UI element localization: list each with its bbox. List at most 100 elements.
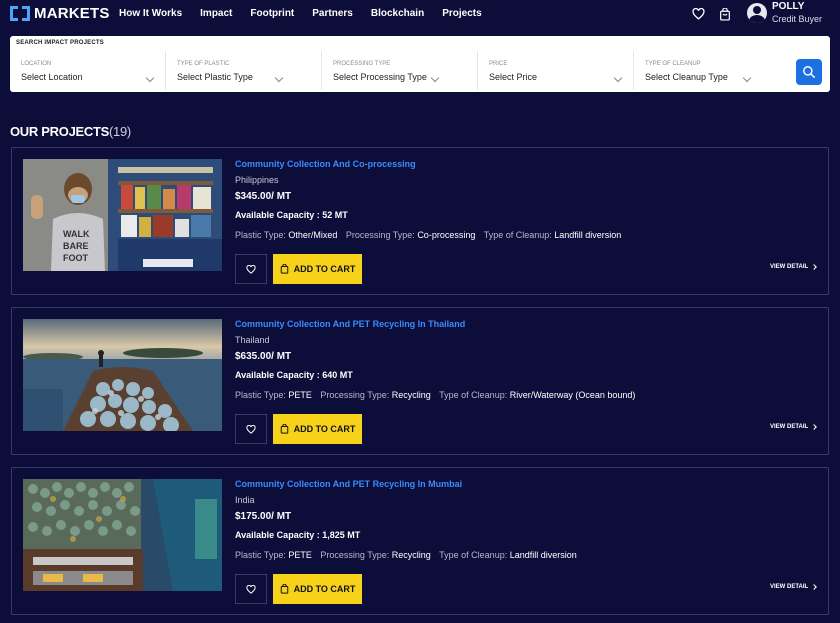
chevron-right-icon [811, 584, 818, 590]
project-attributes: Plastic Type: PETE Processing Type: Recy… [235, 550, 583, 560]
svg-text:WALK: WALK [63, 229, 90, 239]
nav-link-partners[interactable]: Partners [312, 8, 353, 19]
filter-label: TYPE OF CLEANUP [645, 61, 701, 67]
filter-processing-type[interactable]: PROCESSING TYPE Select Processing Type [322, 51, 478, 90]
project-attributes: Plastic Type: PETE Processing Type: Recy… [235, 390, 641, 400]
filter-value: Select Processing Type [333, 72, 427, 82]
attr-label: Type of Cleanup: [439, 550, 508, 560]
chevron-down-icon [430, 73, 440, 83]
attr-plastic-value: PETE [288, 390, 312, 400]
filter-value: Select Plastic Type [177, 72, 253, 82]
project-title[interactable]: Community Collection And PET Recycling I… [235, 479, 462, 489]
favorite-button[interactable] [235, 414, 267, 444]
attr-cleanup-value: River/Waterway (Ocean bound) [509, 390, 636, 400]
filter-cleanup-type[interactable]: TYPE OF CLEANUP Select Cleanup Type [634, 51, 790, 90]
project-country: Thailand [235, 335, 270, 345]
add-to-cart-label: ADD TO CART [293, 424, 356, 434]
view-detail-label: VIEW DETAIL [770, 584, 809, 590]
attr-processing-value: Recycling [391, 390, 431, 400]
attr-cleanup-value: Landfill diversion [554, 230, 622, 240]
add-to-cart-button[interactable]: ADD TO CART [273, 414, 362, 444]
nav-link-impact[interactable]: Impact [200, 8, 232, 19]
view-detail-label: VIEW DETAIL [770, 424, 809, 430]
project-attributes: Plastic Type: Other/Mixed Processing Typ… [235, 230, 627, 240]
cart-icon [280, 584, 288, 594]
filters: LOCATION Select Location TYPE OF PLASTIC… [10, 51, 790, 92]
nav-link-projects[interactable]: Projects [442, 8, 481, 19]
attr-label: Plastic Type: [235, 390, 286, 400]
heart-icon [246, 584, 256, 594]
heart-icon[interactable] [691, 7, 705, 21]
attr-label: Type of Cleanup: [483, 230, 552, 240]
project-capacity: Available Capacity : 1,825 MT [235, 530, 361, 540]
search-icon [803, 66, 816, 79]
chevron-down-icon [613, 73, 623, 83]
search-button[interactable] [796, 59, 822, 85]
project-image-thailand[interactable] [23, 319, 222, 431]
view-detail-link[interactable]: VIEW DETAIL [770, 264, 818, 270]
project-card: Community Collection And PET Recycling I… [11, 307, 829, 455]
favorite-button[interactable] [235, 574, 267, 604]
project-country: Philippines [235, 175, 279, 185]
search-panel: SEARCH IMPACT PROJECTS LOCATION Select L… [10, 36, 830, 92]
projects-title: OUR PROJECTS [10, 124, 109, 139]
nav-link-blockchain[interactable]: Blockchain [371, 8, 424, 19]
user-role: Credit Buyer [772, 14, 823, 24]
project-title[interactable]: Community Collection And PET Recycling I… [235, 319, 465, 329]
projects-heading: OUR PROJECTS(19) [10, 124, 131, 139]
filter-value: Select Location [21, 72, 83, 82]
project-card: WALK BARE FOOT Community Collection And … [11, 147, 829, 295]
filter-label: PRICE [489, 61, 508, 67]
cart-icon[interactable] [718, 7, 732, 21]
project-capacity: Available Capacity : 640 MT [235, 370, 353, 380]
chevron-down-icon [145, 73, 155, 83]
brand-name: MARKETS [34, 5, 110, 22]
svg-text:FOOT: FOOT [63, 253, 88, 263]
project-image-philippines[interactable]: WALK BARE FOOT [23, 159, 222, 271]
user-name[interactable]: POLLY [772, 1, 804, 12]
filter-location[interactable]: LOCATION Select Location [10, 51, 166, 90]
filter-price[interactable]: PRICE Select Price [478, 51, 634, 90]
filter-value: Select Cleanup Type [645, 72, 728, 82]
projects-count: (19) [108, 124, 131, 139]
attr-cleanup-value: Landfill diversion [509, 550, 577, 560]
attr-label: Plastic Type: [235, 550, 286, 560]
filter-label: TYPE OF PLASTIC [177, 61, 230, 67]
view-detail-link[interactable]: VIEW DETAIL [770, 584, 818, 590]
brand-logo[interactable]: MARKETS [10, 5, 110, 22]
chevron-right-icon [811, 264, 818, 270]
heart-icon [246, 264, 256, 274]
attr-processing-value: Recycling [391, 550, 431, 560]
add-to-cart-button[interactable]: ADD TO CART [273, 574, 362, 604]
filter-label: LOCATION [21, 61, 52, 67]
view-detail-label: VIEW DETAIL [770, 264, 809, 270]
view-detail-link[interactable]: VIEW DETAIL [770, 424, 818, 430]
nav-link-how-it-works[interactable]: How It Works [119, 8, 182, 19]
filter-label: PROCESSING TYPE [333, 61, 391, 67]
cart-icon [280, 424, 288, 434]
favorite-button[interactable] [235, 254, 267, 284]
project-price: $175.00/ MT [235, 511, 292, 522]
add-to-cart-label: ADD TO CART [293, 264, 356, 274]
chevron-right-icon [811, 424, 818, 430]
nav-links: How It Works Impact Footprint Partners B… [119, 8, 500, 19]
filter-plastic-type[interactable]: TYPE OF PLASTIC Select Plastic Type [166, 51, 322, 90]
project-card: Community Collection And PET Recycling I… [11, 467, 829, 615]
project-title[interactable]: Community Collection And Co-processing [235, 159, 416, 169]
heart-icon [246, 424, 256, 434]
project-image-mumbai[interactable] [23, 479, 222, 591]
attr-label: Processing Type: [345, 230, 415, 240]
project-capacity: Available Capacity : 52 MT [235, 210, 348, 220]
add-to-cart-label: ADD TO CART [293, 584, 356, 594]
chevron-down-icon [742, 73, 752, 83]
project-price: $635.00/ MT [235, 351, 292, 362]
avatar-icon[interactable] [747, 3, 767, 23]
project-price: $345.00/ MT [235, 191, 292, 202]
chevron-down-icon [274, 73, 284, 83]
attr-label: Plastic Type: [235, 230, 286, 240]
attr-label: Processing Type: [320, 390, 390, 400]
brand-logo-icon [10, 6, 30, 21]
add-to-cart-button[interactable]: ADD TO CART [273, 254, 362, 284]
attr-label: Type of Cleanup: [439, 390, 508, 400]
nav-link-footprint[interactable]: Footprint [250, 8, 294, 19]
